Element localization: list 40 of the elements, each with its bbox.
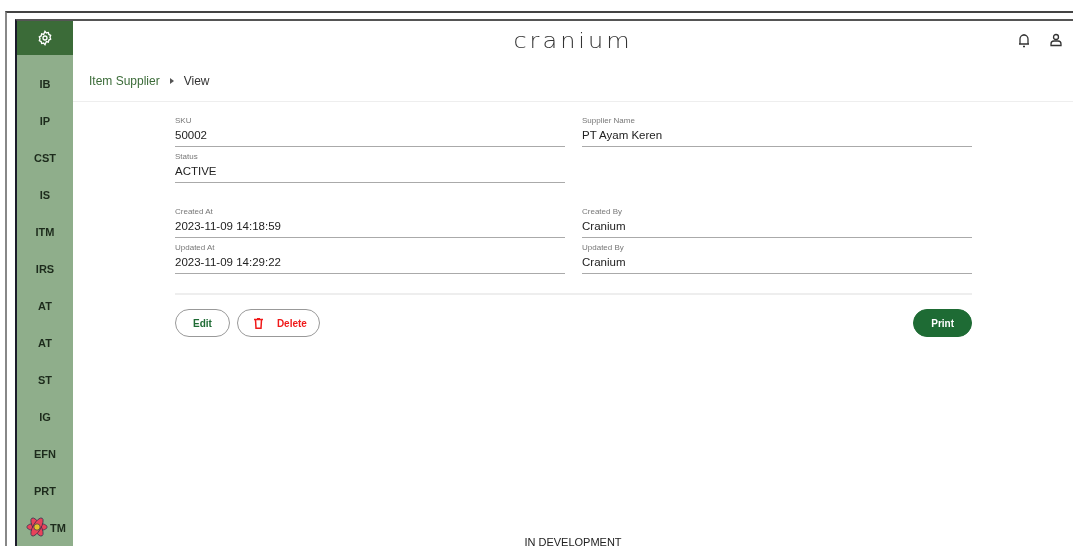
field-value: 50002 [175, 129, 208, 141]
sidebar-item[interactable]: PRT [34, 484, 56, 497]
field-label: Updated At [175, 243, 216, 252]
field-label: Created By [582, 207, 624, 216]
field-value: ACTIVE [175, 165, 218, 177]
app-logo: cranium [513, 29, 633, 53]
print-button[interactable]: Print [913, 309, 972, 337]
sidebar-item[interactable]: ST [37, 373, 53, 386]
sidebar-item[interactable]: IB [39, 77, 51, 90]
breadcrumb-current: View [183, 74, 210, 88]
caret-right-icon [169, 78, 174, 84]
field-label: Created At [175, 207, 214, 216]
field-value: 2023-11-09 14:18:59 [175, 220, 282, 232]
field-label: Updated By [582, 243, 625, 252]
sidebar-item[interactable]: EFN [34, 447, 56, 460]
field-value: PT Ayam Keren [582, 129, 664, 141]
sidebar-item[interactable]: IG [39, 410, 51, 423]
sidebar-item[interactable]: AT [38, 336, 52, 349]
settings-icon[interactable] [37, 30, 53, 46]
sidebar-item[interactable]: CST [34, 151, 56, 164]
edit-button[interactable]: Edit [175, 309, 230, 337]
sidebar-item[interactable]: TM [50, 521, 66, 534]
atom-logo-icon[interactable] [25, 516, 49, 538]
sidebar-item[interactable]: IRS [35, 262, 55, 275]
field-label: SKU [175, 116, 193, 125]
field-label: Supplier Name [582, 116, 636, 125]
delete-button[interactable]: Delete [236, 309, 320, 337]
sidebar-item[interactable]: ITM [35, 225, 55, 238]
field-label: Status [175, 152, 199, 161]
field-value: Cranium [582, 220, 627, 232]
breadcrumb-link[interactable]: Item Supplier [89, 74, 160, 88]
user-icon[interactable] [1049, 33, 1063, 47]
trash-icon [253, 317, 263, 329]
development-notice: IN DEVELOPMENT [524, 536, 622, 546]
sidebar-item[interactable]: IS [39, 188, 51, 201]
field-value: Cranium [582, 256, 627, 268]
field-value: 2023-11-09 14:29:22 [175, 256, 282, 268]
sidebar-item[interactable]: IP [39, 114, 51, 127]
notification-bell-icon[interactable] [1017, 33, 1031, 48]
sidebar-item[interactable]: AT [38, 299, 52, 312]
